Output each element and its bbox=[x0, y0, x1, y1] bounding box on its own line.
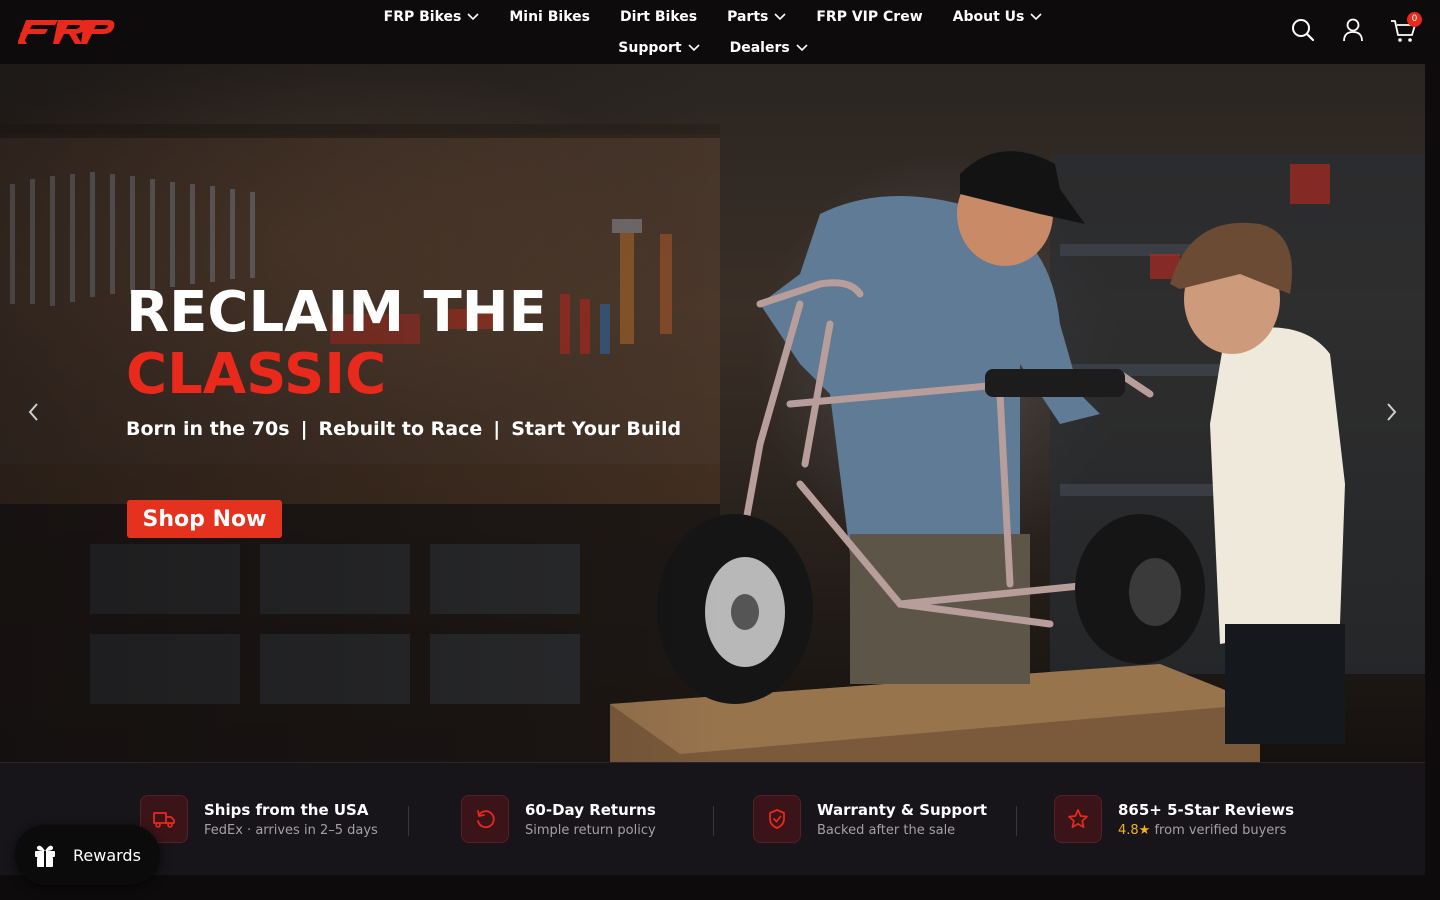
chevron-down-icon bbox=[796, 44, 808, 52]
chevron-down-icon bbox=[1030, 13, 1042, 21]
nav-frp-vip-crew[interactable]: FRP VIP Crew bbox=[801, 6, 937, 28]
nav-label: FRP VIP Crew bbox=[816, 9, 923, 25]
nav-label: Dirt Bikes bbox=[619, 9, 698, 25]
features-bar: Ships from the USA FedEx · arrives in 2–… bbox=[0, 762, 1425, 875]
nav-mini-bikes[interactable]: Mini Bikes bbox=[494, 6, 605, 28]
refresh-icon bbox=[461, 795, 509, 843]
nav-label: Mini Bikes bbox=[509, 9, 590, 25]
cart-count-badge: 0 bbox=[1407, 12, 1422, 27]
feature-returns: 60-Day Returns Simple return policy bbox=[461, 795, 656, 843]
nav-support[interactable]: Support bbox=[603, 37, 714, 59]
nav-label: About Us bbox=[952, 9, 1025, 25]
nav-label: FRP Bikes bbox=[383, 9, 462, 25]
hero-subtitle-separator: | bbox=[493, 418, 501, 440]
rewards-label: Rewards bbox=[73, 845, 141, 865]
gift-icon bbox=[35, 845, 55, 867]
site-header: FRP Bikes Mini Bikes Dirt Bikes Parts FR… bbox=[0, 0, 1440, 64]
shop-now-button[interactable]: Shop Now bbox=[127, 500, 282, 538]
feature-warranty: Warranty & Support Backed after the sale bbox=[753, 795, 987, 843]
feature-shipping: Ships from the USA FedEx · arrives in 2–… bbox=[140, 795, 378, 843]
feature-title: Warranty & Support bbox=[817, 800, 988, 819]
nav-parts[interactable]: Parts bbox=[712, 6, 801, 28]
nav-about-us[interactable]: About Us bbox=[938, 6, 1058, 28]
hero-title-line2: CLASSIC bbox=[126, 342, 387, 407]
hero-subtitle-separator: | bbox=[300, 418, 308, 440]
cart-icon[interactable]: 0 bbox=[1390, 12, 1422, 44]
hero-subtitle-part: Start Your Build bbox=[511, 418, 682, 440]
nav-dealers[interactable]: Dealers bbox=[715, 37, 823, 59]
hero-copy: RECLAIM THE CLASSIC Born in the 70s | Re… bbox=[126, 280, 681, 441]
user-icon[interactable] bbox=[1340, 16, 1366, 44]
header-actions: 0 bbox=[1290, 12, 1422, 44]
nav-dirt-bikes[interactable]: Dirt Bikes bbox=[605, 6, 712, 28]
nav-label: Support bbox=[618, 40, 682, 56]
frp-logo[interactable] bbox=[18, 14, 116, 48]
feature-divider bbox=[713, 806, 714, 836]
chevron-down-icon bbox=[774, 13, 786, 21]
chevron-left-icon[interactable] bbox=[24, 400, 44, 424]
page-bottom bbox=[0, 875, 1440, 900]
feature-subtitle: FedEx · arrives in 2–5 days bbox=[204, 822, 378, 838]
rating-value: 4.8★ bbox=[1118, 822, 1151, 838]
nav-label: Parts bbox=[727, 9, 769, 25]
rating-caption: from verified buyers bbox=[1150, 822, 1287, 838]
nav-label: Dealers bbox=[729, 40, 790, 56]
rewards-button[interactable]: Rewards bbox=[15, 825, 160, 885]
chevron-down-icon bbox=[467, 13, 479, 21]
feature-reviews: 865+ 5-Star Reviews 4.8★ from verified b… bbox=[1054, 795, 1294, 843]
feature-title: 60-Day Returns bbox=[525, 800, 656, 819]
main-nav: FRP Bikes Mini Bikes Dirt Bikes Parts FR… bbox=[326, 0, 1100, 64]
feature-subtitle: Backed after the sale bbox=[817, 822, 956, 838]
hero-subtitle-part: Born in the 70s bbox=[126, 418, 290, 440]
nav-frp-bikes[interactable]: FRP Bikes bbox=[369, 6, 495, 28]
feature-subtitle: 4.8★ from verified buyers bbox=[1118, 823, 1294, 838]
hero-title-line1: RECLAIM THE bbox=[126, 280, 547, 345]
feature-title: 865+ 5-Star Reviews bbox=[1118, 800, 1295, 819]
feature-subtitle: Simple return policy bbox=[525, 822, 656, 838]
star-icon bbox=[1054, 795, 1102, 843]
shield-check-icon bbox=[753, 795, 801, 843]
feature-divider bbox=[1016, 806, 1017, 836]
hero-subtitle-part: Rebuilt to Race bbox=[318, 418, 483, 440]
feature-divider bbox=[408, 806, 409, 836]
feature-title: Ships from the USA bbox=[204, 800, 369, 819]
chevron-right-icon[interactable] bbox=[1381, 400, 1401, 424]
chevron-down-icon bbox=[688, 44, 700, 52]
hero-subtitle: Born in the 70s | Rebuilt to Race | Star… bbox=[126, 418, 681, 440]
hero-banner: RECLAIM THE CLASSIC Born in the 70s | Re… bbox=[0, 64, 1425, 762]
search-icon[interactable] bbox=[1290, 16, 1316, 44]
